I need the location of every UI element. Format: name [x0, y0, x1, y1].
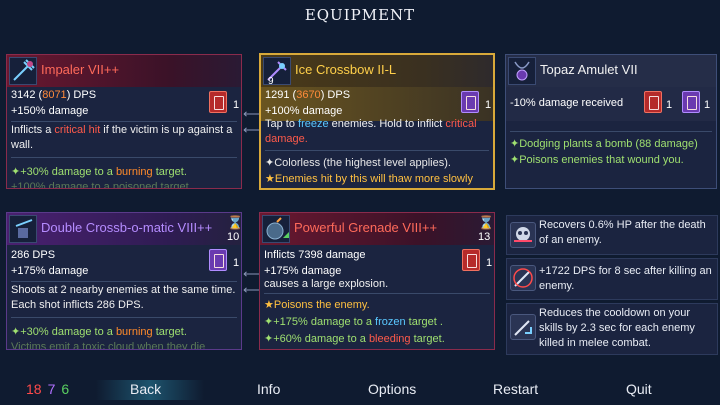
dps-stat: 286 DPS — [11, 249, 56, 261]
card-header: Double Crossb-o-matic VIII++ ⌛ 10 — [7, 213, 241, 245]
modifier-burning: ✦+30% damage to a burning target. — [11, 326, 187, 338]
divider — [11, 317, 237, 318]
divider — [11, 157, 237, 158]
card-header: Topaz Amulet VII — [506, 55, 716, 87]
skull-heal-icon — [510, 222, 536, 248]
scroll-icon — [682, 91, 700, 113]
item-name: Powerful Grenade VIII++ — [294, 220, 438, 235]
modifier-poison: ✦Poisons enemies that wound you. — [510, 154, 684, 166]
restart-button[interactable]: Restart — [493, 381, 538, 397]
divider — [264, 293, 490, 294]
divider — [11, 121, 237, 122]
dps-stat: 3142 (8071) DPS — [11, 89, 97, 101]
equipment-card-ice-crossbow[interactable]: 9 Ice Crossbow II-L 1291 (3670) DPS +100… — [259, 53, 495, 190]
equipment-card-powerful-grenade[interactable]: Powerful Grenade VIII++ ⌛ 13 Inflicts 73… — [259, 212, 495, 350]
grenade-icon — [262, 215, 290, 243]
cooldown-hourglass-icon: ⌛ — [478, 215, 495, 230]
modifier-bleeding: ✦+60% damage to a bleeding target. — [264, 333, 445, 345]
scroll-count: 1 — [233, 99, 240, 111]
perk-entry[interactable]: +1722 DPS for 8 sec after killing an ene… — [506, 258, 718, 300]
swap-arrow-icon[interactable] — [243, 266, 262, 282]
item-description: Shoots at 2 nearby enemies at the same t… — [11, 284, 236, 311]
damage-bonus: +150% damage — [11, 105, 89, 117]
dps-stat: 1291 (3670) DPS — [265, 89, 351, 101]
item-description: Inflicts a critical hit if the victim is… — [11, 124, 233, 151]
brutality-count: 18 — [26, 381, 42, 397]
card-header: Impaler VII++ — [7, 55, 241, 87]
divider — [11, 281, 237, 282]
info-button[interactable]: Info — [257, 381, 280, 397]
back-button[interactable]: Back — [130, 381, 161, 397]
equipment-card-topaz-amulet[interactable]: Topaz Amulet VII -10% damage received 1 … — [505, 54, 717, 189]
scroll-icon — [644, 91, 662, 113]
turret-icon — [9, 215, 37, 243]
damage-bonus: +175% damage — [11, 265, 89, 277]
swap-arrow-icon[interactable] — [243, 106, 262, 122]
scroll-count: 1 — [704, 99, 711, 111]
modifier-thaw: ★Enemies hit by this will thaw more slow… — [265, 173, 473, 185]
card-header: 9 Ice Crossbow II-L — [261, 55, 493, 87]
item-name: Impaler VII++ — [41, 62, 120, 77]
perk-entry[interactable]: Recovers 0.6% HP after the death of an e… — [506, 215, 718, 255]
survival-count: 6 — [61, 381, 70, 397]
item-description: causes a large explosion. — [264, 278, 389, 290]
perk-entry[interactable]: Reduces the cooldown on your skills by 2… — [506, 303, 718, 355]
item-name: Double Crossb-o-matic VIII++ — [41, 220, 213, 235]
damage-stat: Inflicts 7398 damage — [264, 249, 366, 261]
divider — [510, 131, 712, 132]
cooldown-seconds: 10 — [227, 231, 240, 243]
scroll-count: 1 — [666, 99, 673, 111]
scroll-count: 1 — [486, 257, 493, 269]
amulet-icon — [508, 57, 536, 85]
scroll-icon — [461, 91, 479, 113]
scroll-icon — [209, 91, 227, 113]
item-level: 9 — [268, 76, 274, 87]
bottom-menu: 18 7 6 Back Info Options Restart Quit — [0, 375, 720, 405]
perk-description: +1722 DPS for 8 sec after killing an ene… — [539, 265, 712, 292]
item-description: Tap to freeze enemies. Hold to inflict c… — [265, 118, 477, 145]
modifier-poisoned: +100% damage to a poisoned target — [11, 181, 189, 189]
modifier-bomb: ✦Dodging plants a bomb (88 damage) — [510, 138, 698, 150]
scroll-count: 1 — [233, 257, 240, 269]
item-name: Topaz Amulet VII — [540, 62, 638, 77]
tactics-count: 7 — [47, 381, 56, 397]
cooldown-hourglass-icon: ⌛ — [227, 215, 242, 230]
damage-reduction: -10% damage received — [510, 97, 624, 109]
quit-button[interactable]: Quit — [626, 381, 652, 397]
modifier-toxic-cloud: Victims emit a toxic cloud when they die — [11, 341, 206, 350]
equipment-card-crossbomatic[interactable]: Double Crossb-o-matic VIII++ ⌛ 10 286 DP… — [6, 212, 242, 350]
crossbow-icon — [9, 57, 37, 85]
page-title: EQUIPMENT — [304, 6, 416, 24]
scroll-icon — [209, 249, 227, 271]
perk-description: Recovers 0.6% HP after the death of an e… — [539, 219, 706, 246]
perk-description: Reduces the cooldown on your skills by 2… — [539, 307, 695, 349]
options-button[interactable]: Options — [368, 381, 416, 397]
sword-boost-icon — [510, 265, 536, 291]
damage-bonus: +100% damage — [265, 105, 343, 117]
scroll-count: 1 — [485, 99, 492, 111]
divider — [265, 150, 489, 151]
modifier-frozen: ✦+175% damage to a frozen target . — [264, 316, 443, 328]
equipment-card-impaler[interactable]: Impaler VII++ 3142 (8071) DPS +150% dama… — [6, 54, 242, 189]
ice-crossbow-icon: 9 — [263, 57, 291, 87]
item-name: Ice Crossbow II-L — [295, 62, 397, 77]
scroll-icon — [462, 249, 480, 271]
swap-arrow-icon[interactable] — [243, 282, 262, 298]
cooldown-seconds: 13 — [478, 231, 491, 243]
cooldown-blade-icon — [510, 314, 536, 340]
modifier-burning: ✦+30% damage to a burning target. — [11, 166, 187, 178]
damage-bonus: +175% damage — [264, 265, 342, 277]
swap-arrow-icon[interactable] — [243, 122, 262, 138]
modifier-colorless: ✦Colorless (the highest level applies). — [265, 157, 451, 169]
modifier-poison: ★Poisons the enemy. — [264, 299, 370, 311]
card-header: Powerful Grenade VIII++ ⌛ 13 — [260, 213, 494, 245]
scroll-stats: 18 7 6 — [26, 381, 69, 397]
